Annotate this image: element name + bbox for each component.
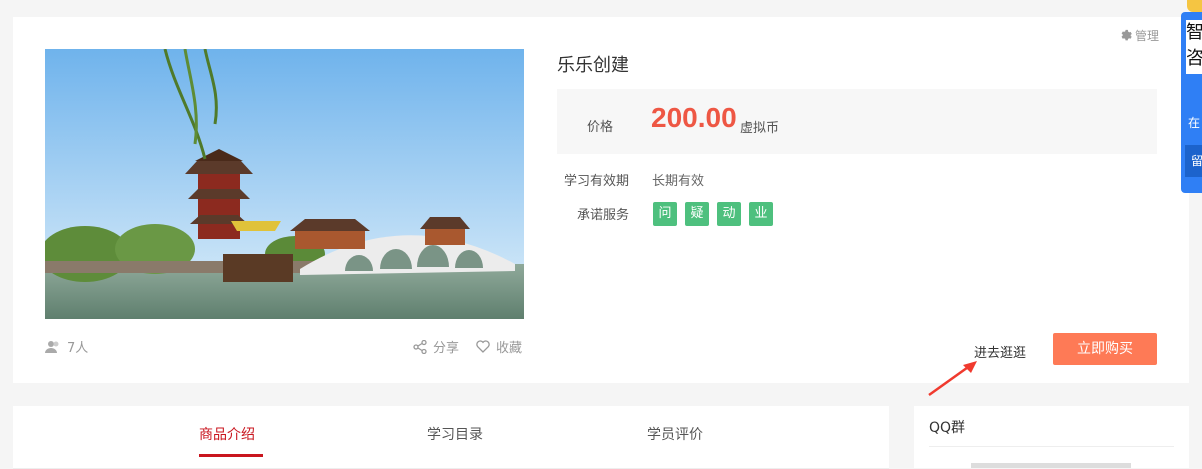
- price-box: 价格 200.00 虚拟币: [557, 89, 1157, 154]
- widget-box-text: 智咨: [1186, 20, 1202, 74]
- tab-catalog[interactable]: 学习目录: [427, 424, 483, 444]
- favorite-label: 收藏: [496, 341, 523, 356]
- consult-widget[interactable]: 智咨 在 留: [1181, 12, 1202, 193]
- widget-top-decoration: [1187, 0, 1202, 12]
- service-tag: 动: [717, 202, 741, 226]
- students-count-label: 7人: [67, 341, 89, 356]
- course-cover-image[interactable]: [45, 49, 524, 319]
- active-tab-indicator: [199, 454, 263, 457]
- qq-group-panel: QQ群: [914, 406, 1189, 468]
- service-tag: 业: [749, 202, 773, 226]
- users-icon: [45, 340, 59, 353]
- arrow-icon: [928, 361, 977, 397]
- manage-label: 管理: [1134, 29, 1159, 43]
- widget-button[interactable]: 留: [1185, 145, 1202, 177]
- tabs-bar: 商品介绍 学习目录 学员评价: [13, 406, 889, 469]
- product-card: 管理 7人 分享 收藏 乐乐创建 价格 200.00 虚拟币 学习有效期 长期有…: [13, 17, 1189, 383]
- tab-product-intro[interactable]: 商品介绍: [199, 424, 255, 444]
- validity-value: 长期有效: [652, 174, 705, 189]
- course-title: 乐乐创建: [557, 55, 629, 76]
- favorite-button[interactable]: 收藏: [476, 337, 522, 356]
- service-label: 承诺服务: [576, 208, 629, 223]
- price-unit: 虚拟币: [740, 121, 780, 136]
- price-label: 价格: [587, 120, 614, 135]
- manage-button[interactable]: 管理: [1119, 27, 1159, 44]
- qq-group-image: [971, 463, 1131, 468]
- share-button[interactable]: 分享: [413, 337, 459, 356]
- visit-link[interactable]: 进去逛逛: [974, 342, 1026, 361]
- qq-group-title: QQ群: [929, 420, 966, 436]
- service-tag: 问: [653, 202, 677, 226]
- service-tag: 疑: [685, 202, 709, 226]
- buy-now-button[interactable]: 立即购买: [1053, 333, 1157, 365]
- price-amount: 200.00: [651, 102, 737, 133]
- tab-reviews[interactable]: 学员评价: [647, 424, 703, 444]
- gear-icon: [1121, 29, 1132, 41]
- share-label: 分享: [433, 341, 460, 356]
- widget-text: 在: [1188, 116, 1201, 130]
- heart-icon: [476, 340, 490, 353]
- students-count: 7人: [45, 337, 88, 356]
- share-icon: [413, 339, 427, 354]
- validity-label: 学习有效期: [563, 174, 629, 189]
- divider: [929, 446, 1174, 447]
